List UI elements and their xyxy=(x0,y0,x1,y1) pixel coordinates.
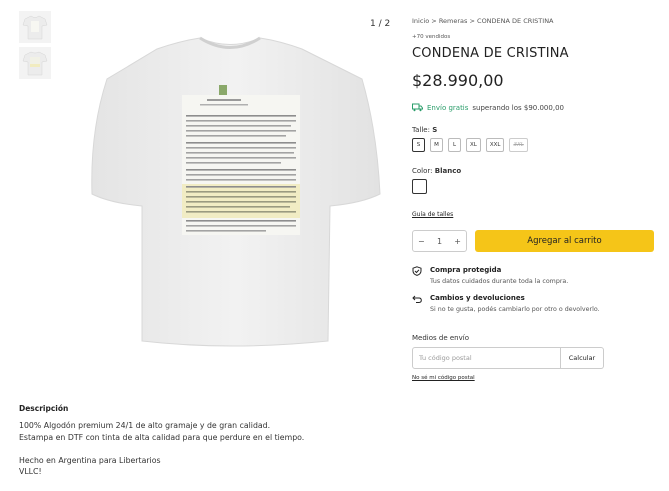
shipping-methods-label: Medios de envío xyxy=(412,334,469,342)
description-title: Descripción xyxy=(19,404,69,413)
thumbnail-front[interactable] xyxy=(19,11,51,43)
size-label: Talle: S xyxy=(412,126,438,134)
color-label: Color: Blanco xyxy=(412,167,462,175)
tshirt-thumb-icon xyxy=(22,15,48,40)
return-arrow-icon xyxy=(412,295,422,303)
description-body: 100% Algodón premium 24/1 de alto gramaj… xyxy=(19,420,304,478)
benefit-subtitle: Si no te gusta, podés cambiarlo por otro… xyxy=(430,306,600,313)
no-zip-link[interactable]: No sé mi código postal xyxy=(412,375,475,381)
truck-icon xyxy=(412,103,423,112)
size-option-xxl[interactable]: XXL xyxy=(485,138,505,152)
zip-code-input[interactable]: Tu código postal xyxy=(412,347,561,369)
shield-icon xyxy=(412,266,422,276)
product-title: CONDENA DE CRISTINA xyxy=(412,46,569,61)
size-guide-link[interactable]: Guía de talles xyxy=(412,211,453,218)
free-shipping-notice: Envío gratis superando los $90.000,00 xyxy=(412,103,564,112)
size-option-xl[interactable]: XL xyxy=(466,138,481,152)
breadcrumb-home[interactable]: Inicio xyxy=(412,17,429,25)
breadcrumb-remeras[interactable]: Remeras xyxy=(439,17,468,25)
size-selected: S xyxy=(432,126,438,134)
benefit-protected: Compra protegida Tus datos cuidados dura… xyxy=(412,266,568,285)
size-selector: S M L XL XXL 3XL xyxy=(412,138,528,152)
product-price: $28.990,00 xyxy=(412,71,504,90)
color-swatch-white[interactable] xyxy=(412,179,427,194)
sold-count: +70 vendidos xyxy=(412,34,451,40)
tshirt-image xyxy=(91,36,381,347)
breadcrumb-separator: > xyxy=(431,17,437,25)
color-selected: Blanco xyxy=(434,167,462,175)
benefit-title: Cambios y devoluciones xyxy=(430,294,525,302)
size-option-l[interactable]: L xyxy=(448,138,461,152)
image-counter: 1 / 2 xyxy=(370,19,391,29)
size-option-m[interactable]: M xyxy=(430,138,443,152)
add-to-cart-button[interactable]: Agregar al carrito xyxy=(475,230,654,252)
quantity-stepper: − 1 + xyxy=(412,230,467,252)
free-shipping-label: Envío gratis xyxy=(427,103,469,112)
benefit-title: Compra protegida xyxy=(430,266,502,274)
size-option-s[interactable]: S xyxy=(412,138,425,152)
tshirt-thumb-icon xyxy=(22,51,48,76)
size-option-3xl: 3XL xyxy=(509,138,528,152)
benefit-subtitle: Tus datos cuidados durante toda la compr… xyxy=(430,278,569,285)
benefit-returns: Cambios y devoluciones Si no te gusta, p… xyxy=(412,294,600,313)
description-line: 100% Algodón premium 24/1 de alto gramaj… xyxy=(19,421,271,430)
calculate-shipping-button[interactable]: Calcular xyxy=(561,347,604,369)
description-line xyxy=(19,443,304,455)
free-shipping-threshold: superando los $90.000,00 xyxy=(472,103,564,112)
quantity-value[interactable]: 1 xyxy=(437,237,442,246)
breadcrumb-current: CONDENA DE CRISTINA xyxy=(477,17,554,25)
description-line: Estampa en DTF con tinta de alta calidad… xyxy=(19,432,305,442)
plus-icon[interactable]: + xyxy=(454,237,461,246)
breadcrumb: Inicio > Remeras > CONDENA DE CRISTINA xyxy=(412,17,554,25)
minus-icon[interactable]: − xyxy=(418,237,425,246)
thumbnail-back[interactable] xyxy=(19,47,51,79)
thumbnail-strip xyxy=(19,11,51,83)
description-line: VLLC! xyxy=(19,467,42,476)
product-main-image[interactable] xyxy=(62,11,399,353)
description-line: Hecho en Argentina para Libertarios xyxy=(19,455,161,465)
breadcrumb-separator: > xyxy=(469,17,475,25)
